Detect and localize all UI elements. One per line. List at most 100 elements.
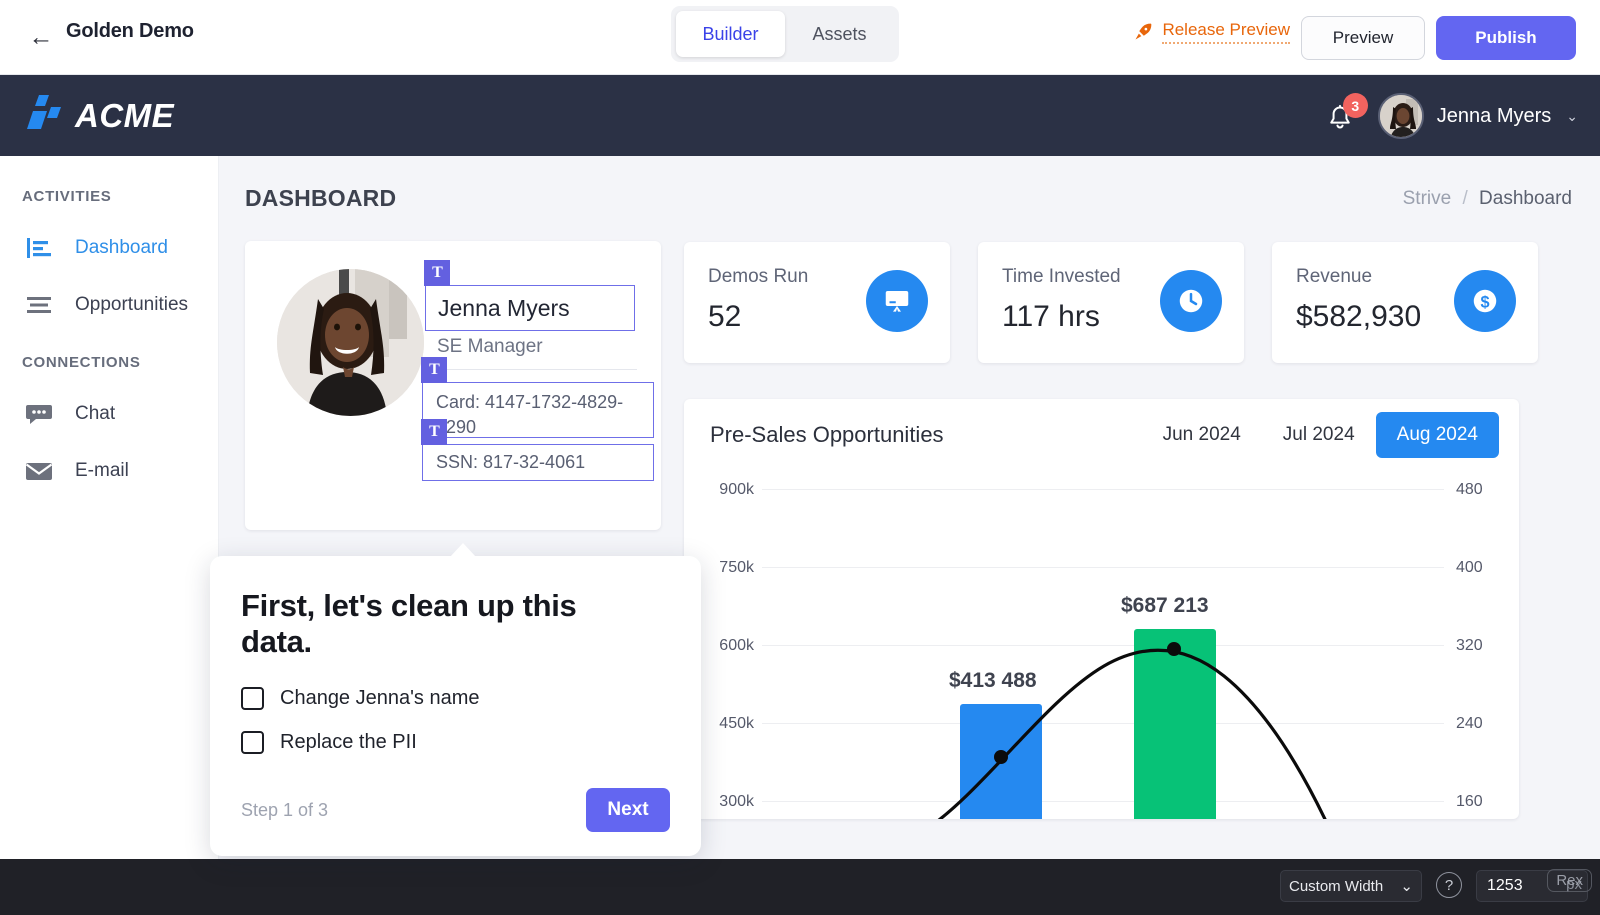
sidebar-item-label: Chat (75, 403, 115, 425)
width-mode-select[interactable]: Custom Width ⌄ (1280, 870, 1422, 902)
width-mode-label: Custom Width (1289, 878, 1383, 895)
tab-builder[interactable]: Builder (676, 11, 785, 57)
cursor-badge: Rex (1547, 869, 1592, 892)
chart-card: Pre-Sales Opportunities Jun 2024 Jul 202… (684, 399, 1519, 819)
notifications-button[interactable]: 3 (1326, 95, 1360, 137)
chart-plot-area: 900k 750k 600k 450k 300k 480 400 320 240… (684, 461, 1519, 819)
kpi-value: 52 (708, 300, 741, 334)
kpi-icon-badge (866, 270, 928, 332)
coach-mark-title: First, let's clean up this data. (241, 588, 641, 660)
avatar-image (1380, 95, 1424, 139)
breadcrumb: Strive / Dashboard (1403, 188, 1572, 210)
sidebar-item-email[interactable]: E-mail (0, 447, 219, 495)
avatar (1378, 93, 1424, 139)
trend-line (684, 461, 1519, 819)
clock-icon (1176, 286, 1206, 316)
release-preview-label: Release Preview (1162, 20, 1290, 44)
breadcrumb-root[interactable]: Strive (1403, 188, 1452, 209)
page-title: DASHBOARD (245, 185, 396, 212)
sidebar-item-opportunities[interactable]: Opportunities (0, 281, 219, 329)
checkbox-unchecked-icon[interactable] (241, 731, 264, 754)
coach-step-indicator: Step 1 of 3 (241, 800, 328, 821)
preview-button[interactable]: Preview (1301, 16, 1425, 60)
kpi-label: Demos Run (708, 266, 808, 288)
kpi-card-demos-run: Demos Run 52 (684, 242, 950, 363)
breadcrumb-separator: / (1462, 188, 1467, 209)
month-tab-jul-2024[interactable]: Jul 2024 (1262, 412, 1376, 458)
sidebar-item-label: Dashboard (75, 237, 168, 259)
envelope-icon (24, 458, 54, 484)
breadcrumb-current: Dashboard (1479, 188, 1572, 209)
sidebar-heading-connections: CONNECTIONS (0, 354, 141, 371)
coach-option-replace-pii[interactable]: Replace the PII (241, 731, 417, 754)
dollar-icon: $ (1470, 286, 1500, 316)
notification-badge: 3 (1343, 93, 1368, 118)
month-tab-jun-2024[interactable]: Jun 2024 (1142, 412, 1262, 458)
chart-bar-icon (24, 235, 54, 261)
release-preview-link[interactable]: Release Preview (1133, 20, 1290, 44)
svg-text:$: $ (1480, 293, 1489, 311)
coach-option-label: Replace the PII (280, 731, 417, 754)
builder-toolbar: ← Golden Demo Builder Assets Release Pre… (0, 0, 1600, 75)
sidebar-item-chat[interactable]: Chat (0, 390, 219, 438)
project-title: Golden Demo (66, 20, 194, 43)
builder-assets-tabs: Builder Assets (671, 6, 899, 62)
kpi-value: 117 hrs (1002, 300, 1100, 334)
profile-divider (437, 369, 637, 370)
profile-name-value: Jenna Myers (438, 295, 570, 322)
rocket-icon (1133, 22, 1153, 42)
month-tab-group: Jun 2024 Jul 2024 Aug 2024 (1142, 412, 1499, 458)
chart-title: Pre-Sales Opportunities (710, 422, 944, 448)
publish-button[interactable]: Publish (1436, 16, 1576, 60)
user-menu[interactable]: Jenna Myers ⌄ (1378, 93, 1578, 139)
presentation-icon (882, 286, 912, 316)
chat-bubble-icon (24, 401, 54, 427)
profile-photo (277, 269, 424, 416)
app-header: ACME 3 Jenna My (0, 75, 1600, 156)
sidebar-heading-activities: ACTIVITIES (0, 188, 112, 205)
brand-name: ACME (75, 97, 174, 135)
ssn-value: SSN: 817-32-4061 (436, 452, 585, 473)
card-number-value: Card: 4147-1732-4829-5290 (436, 390, 644, 440)
sidebar-item-dashboard[interactable]: Dashboard (0, 224, 219, 272)
sidebar: ACTIVITIES Dashboard Opportunities CONNE… (0, 156, 219, 915)
text-edit-tag: T (421, 357, 447, 383)
kpi-icon-badge: $ (1454, 270, 1516, 332)
chevron-down-icon: ⌄ (1400, 877, 1413, 895)
profile-role: SE Manager (437, 336, 543, 358)
kpi-card-revenue: Revenue $582,930 $ (1272, 242, 1538, 363)
user-name: Jenna Myers (1437, 105, 1552, 128)
kpi-value: $582,930 (1296, 300, 1421, 334)
coach-option-label: Change Jenna's name (280, 687, 480, 710)
name-edit-field[interactable]: T Jenna Myers (425, 285, 635, 331)
tab-assets[interactable]: Assets (785, 11, 894, 57)
back-button[interactable]: ← (24, 20, 58, 54)
profile-card: T Jenna Myers SE Manager T Card: 4147-17… (245, 241, 661, 530)
sidebar-item-label: Opportunities (75, 294, 188, 316)
month-tab-aug-2024[interactable]: Aug 2024 (1376, 412, 1499, 458)
bottom-status-bar: Custom Width ⌄ ? 1253 px Rex (0, 859, 1600, 915)
text-edit-tag: T (424, 260, 450, 286)
width-value: 1253 (1487, 877, 1523, 895)
checkbox-unchecked-icon[interactable] (241, 687, 264, 710)
coach-mark-popover: First, let's clean up this data. Change … (210, 556, 701, 856)
text-edit-tag: T (421, 419, 447, 445)
sidebar-item-label: E-mail (75, 460, 129, 482)
card-number-edit-field[interactable]: T Card: 4147-1732-4829-5290 (422, 382, 654, 438)
list-lines-icon (24, 292, 54, 318)
kpi-label: Time Invested (1002, 266, 1121, 288)
acme-logo-icon (27, 95, 63, 137)
chevron-down-icon: ⌄ (1566, 108, 1578, 125)
kpi-card-time-invested: Time Invested 117 hrs (978, 242, 1244, 363)
trend-point (994, 750, 1008, 764)
ssn-edit-field[interactable]: T SSN: 817-32-4061 (422, 444, 654, 481)
coach-option-change-name[interactable]: Change Jenna's name (241, 687, 480, 710)
brand-logo[interactable]: ACME (27, 95, 174, 137)
profile-photo-image (277, 269, 424, 416)
trend-point (1167, 642, 1181, 656)
header-right-cluster: 3 Jenna Myers ⌄ (1326, 93, 1578, 139)
help-icon[interactable]: ? (1436, 872, 1462, 898)
kpi-icon-badge (1160, 270, 1222, 332)
kpi-label: Revenue (1296, 266, 1372, 288)
coach-next-button[interactable]: Next (586, 788, 670, 832)
